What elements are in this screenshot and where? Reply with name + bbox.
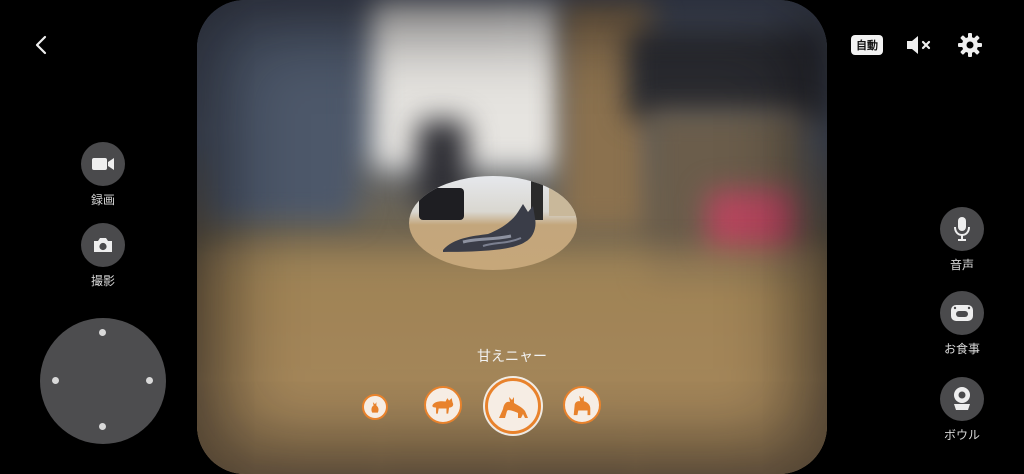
meal-label: お食事 (943, 342, 980, 356)
standing-cat-icon (573, 395, 591, 416)
direction-down-dot (99, 423, 106, 430)
record-button[interactable] (81, 142, 125, 186)
mute-button[interactable] (905, 33, 933, 57)
video-camera-icon (92, 158, 114, 170)
auto-mode-button[interactable]: 自動 (851, 35, 883, 55)
small-sitting-cat-icon (371, 402, 379, 413)
chevron-left-icon (35, 35, 47, 55)
voice-label: 音声 (949, 258, 974, 272)
meal-button[interactable] (940, 291, 984, 335)
sound-option-2[interactable] (424, 386, 462, 424)
food-dispenser-icon (951, 305, 973, 321)
microphone-icon (954, 217, 970, 241)
sound-option-4[interactable] (563, 386, 601, 424)
sound-option-1[interactable] (362, 394, 388, 420)
walking-cat-icon (432, 398, 454, 414)
camera-icon (94, 238, 112, 252)
direction-pad[interactable] (40, 318, 166, 444)
back-button[interactable] (30, 33, 54, 57)
direction-up-dot (99, 329, 106, 336)
gear-icon (958, 33, 982, 57)
bowl-button[interactable] (940, 377, 984, 421)
sound-option-3-selected[interactable] (485, 378, 541, 434)
voice-button[interactable] (940, 207, 984, 251)
bowl-label: ボウル (943, 428, 980, 442)
settings-button[interactable] (957, 32, 983, 58)
speaker-muted-icon (907, 36, 931, 54)
cat-image (443, 204, 536, 252)
photo-label: 撮影 (90, 274, 115, 288)
photo-button[interactable] (81, 223, 125, 267)
selected-sound-label: 甘えニャー (477, 349, 547, 365)
stretching-cat-icon (499, 397, 528, 418)
record-label: 録画 (90, 193, 115, 207)
direction-left-dot (52, 377, 59, 384)
bowl-camera-icon (954, 387, 970, 410)
direction-right-dot (146, 377, 153, 384)
camera-focus-area (409, 176, 577, 270)
